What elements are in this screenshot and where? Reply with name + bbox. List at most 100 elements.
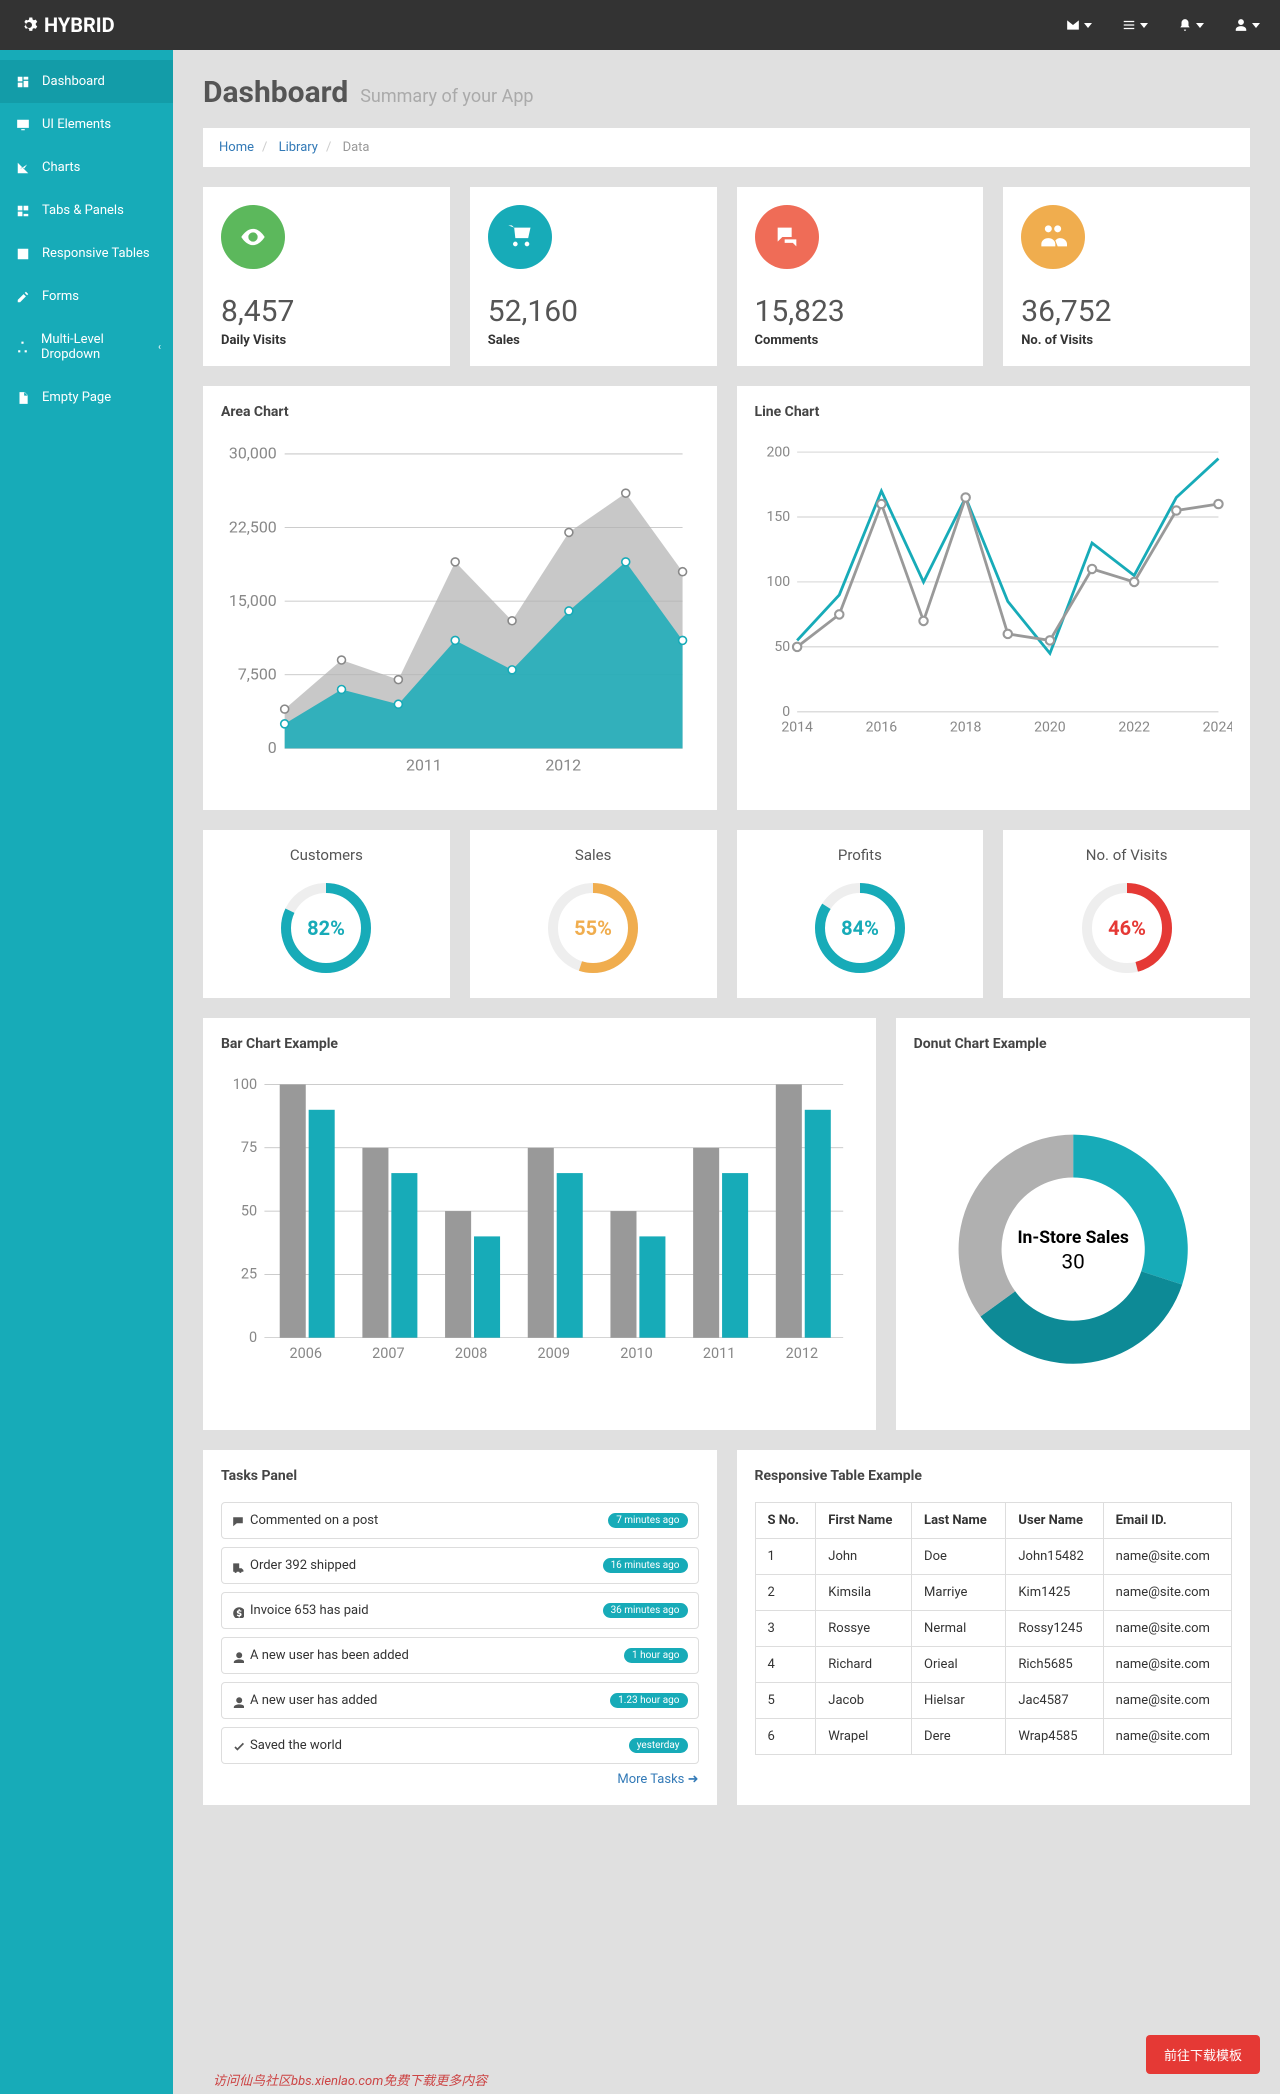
svg-text:2024: 2024 <box>1202 720 1232 736</box>
svg-text:2018: 2018 <box>949 720 981 736</box>
responsive-table: S No.First NameLast NameUser NameEmail I… <box>755 1502 1233 1755</box>
gauges-row: Customers 82% Sales 55% Profits 84% No. … <box>203 830 1250 998</box>
donut-chart: In-Store Sales 30 <box>914 1090 1232 1408</box>
money-icon <box>232 1606 244 1618</box>
svg-text:In-Store Sales: In-Store Sales <box>1017 1228 1128 1248</box>
qrcode-icon <box>16 204 30 218</box>
page-title: Dashboard Summary of your App <box>203 75 1250 110</box>
edit-icon <box>16 290 30 304</box>
area-chart: 07,50015,00022,50030,00020112012 <box>221 438 699 788</box>
task-badge: 1 hour ago <box>624 1648 687 1663</box>
gauge-0: Customers 82% <box>203 830 450 998</box>
svg-text:55%: 55% <box>574 916 612 940</box>
gauge-2: Profits 84% <box>737 830 984 998</box>
svg-text:2012: 2012 <box>786 1345 819 1362</box>
svg-text:2012: 2012 <box>545 756 581 775</box>
sidebar-item-tables[interactable]: Responsive Tables <box>0 232 173 275</box>
table-row: 6WrapelDereWrap4585name@site.com <box>755 1719 1232 1755</box>
task-item[interactable]: Commented on a post 7 minutes ago <box>221 1502 699 1539</box>
table-header: S No. <box>755 1503 816 1539</box>
mail-icon <box>1066 18 1080 32</box>
donut-chart-panel: Donut Chart Example In-Store Sales 30 <box>896 1018 1250 1430</box>
sidebar-item-dashboard[interactable]: Dashboard <box>0 60 173 103</box>
user-icon <box>232 1696 244 1708</box>
svg-text:2022: 2022 <box>1118 720 1150 736</box>
bar-chart: 02550751002006200720082009201020112012 <box>221 1070 858 1388</box>
svg-text:0: 0 <box>782 704 790 720</box>
list-icon <box>1122 18 1136 32</box>
task-item[interactable]: A new user has added 1.23 hour ago <box>221 1682 699 1719</box>
alerts-dropdown[interactable] <box>1178 18 1204 32</box>
brand-logo[interactable]: HYBRID <box>20 13 115 37</box>
sidebar-item-tabs[interactable]: Tabs & Panels <box>0 189 173 232</box>
stat-daily-visits: 8,457 Daily Visits <box>203 187 450 366</box>
sidebar-item-charts[interactable]: Charts <box>0 146 173 189</box>
svg-text:30: 30 <box>1061 1250 1084 1274</box>
stats-row: 8,457 Daily Visits 52,160 Sales 15,823 C… <box>203 187 1250 366</box>
breadcrumb: Home/ Library/ Data <box>203 128 1250 167</box>
sidebar-item-forms[interactable]: Forms <box>0 275 173 318</box>
table-header: First Name <box>816 1503 912 1539</box>
stat-comments: 15,823 Comments <box>737 187 984 366</box>
page-subtitle: Summary of your App <box>360 86 533 107</box>
bar-chart-panel: Bar Chart Example 0255075100200620072008… <box>203 1018 876 1430</box>
breadcrumb-library[interactable]: Library <box>279 140 318 155</box>
comments-icon <box>773 223 801 251</box>
table-row: 4RichardOriealRich5685name@site.com <box>755 1647 1232 1683</box>
user-icon <box>1234 18 1248 32</box>
svg-text:82%: 82% <box>308 916 346 940</box>
svg-text:84%: 84% <box>841 916 879 940</box>
svg-text:0: 0 <box>249 1329 257 1346</box>
svg-text:100: 100 <box>233 1076 257 1093</box>
download-button[interactable]: 前往下载模板 <box>1146 2035 1260 2074</box>
svg-text:150: 150 <box>766 509 790 525</box>
sidebar-item-ui[interactable]: UI Elements <box>0 103 173 146</box>
sidebar: Dashboard UI Elements Charts Tabs & Pane… <box>0 50 173 2094</box>
watermark-text: 访问仙鸟社区bbs.xienlao.com免费下载更多内容 <box>213 2070 487 2089</box>
task-badge: 36 minutes ago <box>603 1603 688 1618</box>
svg-text:2011: 2011 <box>406 756 442 775</box>
table-row: 1JohnDoeJohn15482name@site.com <box>755 1539 1232 1575</box>
topbar: HYBRID <box>0 0 1280 50</box>
tasks-panel: Tasks Panel Commented on a post 7 minute… <box>203 1450 717 1805</box>
svg-text:2016: 2016 <box>865 720 897 736</box>
gauge-1: Sales 55% <box>470 830 717 998</box>
svg-text:15,000: 15,000 <box>229 591 277 610</box>
area-chart-panel: Area Chart 07,50015,00022,50030,00020112… <box>203 386 717 810</box>
task-item[interactable]: A new user has been added 1 hour ago <box>221 1637 699 1674</box>
table-icon <box>16 247 30 261</box>
svg-text:100: 100 <box>766 574 790 590</box>
dashboard-icon <box>16 75 30 89</box>
file-icon <box>16 391 30 405</box>
breadcrumb-home[interactable]: Home <box>219 140 254 155</box>
task-item[interactable]: Invoice 653 has paid 36 minutes ago <box>221 1592 699 1629</box>
svg-text:2009: 2009 <box>538 1345 571 1362</box>
sidebar-item-multilevel[interactable]: Multi-Level Dropdown‹ <box>0 318 173 376</box>
tasks-dropdown[interactable] <box>1122 18 1148 32</box>
table-header: Email ID. <box>1103 1503 1231 1539</box>
task-item[interactable]: Saved the world yesterday <box>221 1727 699 1764</box>
svg-text:200: 200 <box>766 444 790 460</box>
svg-text:25: 25 <box>241 1266 257 1283</box>
cart-icon <box>506 223 534 251</box>
mail-dropdown[interactable] <box>1066 18 1092 32</box>
brand-text: HYBRID <box>44 13 115 37</box>
svg-text:2020: 2020 <box>1034 720 1066 736</box>
svg-text:75: 75 <box>241 1139 257 1156</box>
eye-icon <box>239 223 267 251</box>
desktop-icon <box>16 118 30 132</box>
task-badge: 1.23 hour ago <box>610 1693 687 1708</box>
stat-sales: 52,160 Sales <box>470 187 717 366</box>
more-tasks-link[interactable]: More Tasks ➜ <box>221 1772 699 1787</box>
users-icon <box>1039 223 1067 251</box>
task-item[interactable]: Order 392 shipped 16 minutes ago <box>221 1547 699 1584</box>
stat-visits: 36,752 No. of Visits <box>1003 187 1250 366</box>
svg-text:22,500: 22,500 <box>229 517 277 536</box>
user-dropdown[interactable] <box>1234 18 1260 32</box>
gear-icon <box>20 16 38 34</box>
task-badge: 7 minutes ago <box>608 1513 687 1528</box>
task-badge: 16 minutes ago <box>603 1558 688 1573</box>
svg-text:30,000: 30,000 <box>229 444 277 463</box>
sidebar-item-empty[interactable]: Empty Page <box>0 376 173 419</box>
svg-text:46%: 46% <box>1108 916 1146 940</box>
